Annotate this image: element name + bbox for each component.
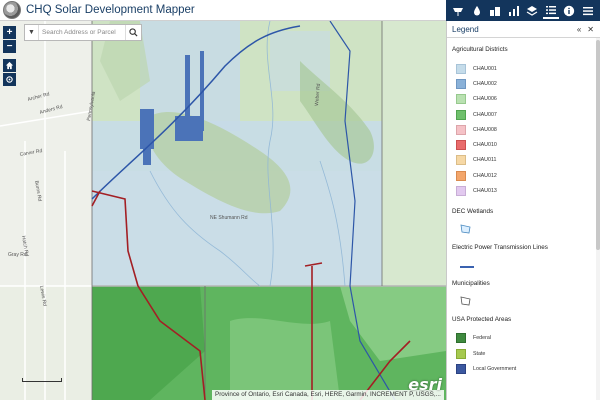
legend-scroll-thumb[interactable] <box>596 40 600 250</box>
map-view[interactable]: Pennsylvania Archer Rd Anders Rd Carver … <box>0 21 446 400</box>
legend-section-title: Electric Power Transmission Lines <box>452 243 548 251</box>
close-panel-icon[interactable]: ✕ <box>587 25 594 34</box>
esri-logo: esri <box>408 375 442 394</box>
search-button[interactable] <box>125 25 141 40</box>
legend-item: State <box>452 346 600 361</box>
home-icon <box>5 61 14 70</box>
legend-item: CHAU007 <box>452 107 600 122</box>
legend-item: Federal <box>452 331 600 346</box>
app-header: CHQ Solar Development Mapper <box>0 0 600 21</box>
legend-body[interactable]: Agricultural Districts CHAU001 CHAU002 C… <box>447 38 600 400</box>
legend-item: CHAU001 <box>452 61 600 76</box>
legend-item: Local Government <box>452 361 600 376</box>
home-button[interactable] <box>3 59 16 72</box>
legend-item: CHAU008 <box>452 122 600 137</box>
layer-drop-icon[interactable] <box>469 3 485 19</box>
legend-item-label: CHAU002 <box>473 80 497 87</box>
legend-item <box>452 295 600 307</box>
legend-item-label: CHAU001 <box>473 65 497 72</box>
legend-item-label: CHAU011 <box>473 157 497 164</box>
map-controls: + − <box>3 26 16 86</box>
swatch <box>456 63 466 74</box>
swatch <box>456 124 466 135</box>
app-title: CHQ Solar Development Mapper <box>26 4 195 16</box>
swatch <box>456 363 466 374</box>
swatch <box>456 333 466 344</box>
municipality-swatch-icon <box>460 296 471 306</box>
legend-list-icon[interactable] <box>542 3 559 19</box>
legend-title: Legend <box>452 24 479 34</box>
legend-item: CHAU012 <box>452 168 600 183</box>
swatch <box>456 348 466 359</box>
legend-section-title: DEC Wetlands <box>452 207 494 215</box>
transmission-line-swatch <box>460 265 474 268</box>
legend-section-title: USA Protected Areas <box>452 315 512 323</box>
legend-item-label: Local Government <box>473 365 517 372</box>
legend-item-label: CHAU010 <box>473 142 497 149</box>
swatch <box>456 170 466 181</box>
legend-item: CHAU010 <box>452 137 600 152</box>
collapse-panel-icon[interactable]: « <box>577 25 581 34</box>
legend-item-label: State <box>473 350 486 357</box>
legend-item-label: CHAU012 <box>473 172 497 179</box>
legend-item <box>452 223 600 235</box>
legend-section-title: Agricultural Districts <box>452 46 508 53</box>
swatch <box>456 140 466 151</box>
zoom-in-button[interactable]: + <box>3 26 16 39</box>
locate-icon <box>6 76 13 83</box>
chart-icon[interactable] <box>506 3 522 19</box>
legend-item: CHAU011 <box>452 153 600 168</box>
legend-panel-header: Legend « ✕ <box>447 21 600 38</box>
swatch <box>456 155 466 166</box>
menu-icon[interactable] <box>580 3 596 19</box>
legend-item: CHAU006 <box>452 92 600 107</box>
wetland-swatch-icon <box>460 224 471 234</box>
legend-item: CHAU013 <box>452 183 600 198</box>
swatch <box>456 78 466 89</box>
buildings-icon[interactable] <box>487 3 503 19</box>
toolbar <box>446 0 600 21</box>
county-seal-icon <box>3 1 21 19</box>
search-bar: ▼ <box>24 24 142 41</box>
swatch <box>456 186 466 197</box>
legend-item: CHAU002 <box>452 76 600 91</box>
info-icon[interactable] <box>561 3 577 19</box>
search-input[interactable] <box>39 25 125 40</box>
swatch <box>456 109 466 120</box>
solar-tool-icon[interactable] <box>450 3 466 19</box>
basemap: Pennsylvania Archer Rd Anders Rd Carver … <box>0 21 446 400</box>
legend-panel: Legend « ✕ Agricultural Districts CHAU00… <box>446 21 600 400</box>
locate-button[interactable] <box>3 73 16 86</box>
app-window: CHQ Solar Development Mapper Pennsylvani… <box>0 0 600 400</box>
legend-item-label: Federal <box>473 335 491 342</box>
layers-icon[interactable] <box>524 3 540 19</box>
search-source-dropdown[interactable]: ▼ <box>25 25 39 40</box>
swatch <box>456 94 466 105</box>
road-label-ne-shumann: NE Shumann Rd <box>210 215 248 221</box>
search-icon <box>129 28 138 37</box>
scale-bar <box>22 378 62 382</box>
legend-item-label: CHAU006 <box>473 96 497 103</box>
road-label-gray: Gray Rd <box>8 252 27 258</box>
legend-item <box>452 259 600 271</box>
legend-item-label: CHAU007 <box>473 111 497 118</box>
legend-item-label: CHAU013 <box>473 188 497 195</box>
legend-scrollbar[interactable] <box>596 38 600 400</box>
zoom-out-button[interactable]: − <box>3 40 16 53</box>
legend-section-title: Municipalities <box>452 279 490 287</box>
legend-item-label: CHAU008 <box>473 126 497 133</box>
